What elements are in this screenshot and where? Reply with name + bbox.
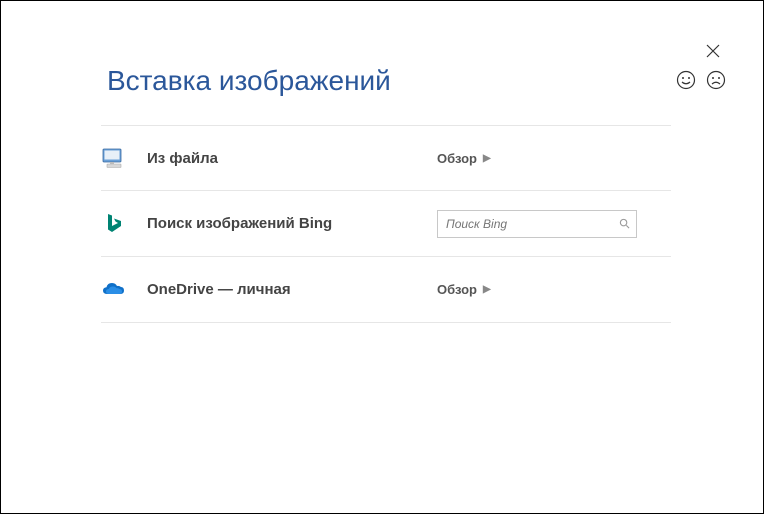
bing-search-wrap — [437, 210, 637, 238]
feedback-buttons — [675, 69, 727, 91]
browse-label: Обзор — [437, 282, 477, 297]
search-button[interactable] — [618, 218, 630, 230]
onedrive-label: OneDrive — личная — [147, 281, 437, 298]
onedrive-icon — [101, 277, 127, 303]
dialog-title: Вставка изображений — [107, 65, 703, 97]
option-from-file: Из файла Обзор ▶ — [101, 125, 671, 191]
bing-icon-cell — [101, 211, 147, 237]
options-list: Из файла Обзор ▶ Поиск изображений Bing — [101, 125, 671, 323]
bing-search-input[interactable] — [437, 210, 637, 238]
onedrive-icon-cell — [101, 277, 147, 303]
from-file-browse-button[interactable]: Обзор ▶ — [437, 151, 491, 166]
bing-icon — [101, 211, 127, 237]
close-icon — [706, 44, 720, 58]
insert-pictures-dialog: Вставка изображений Из файла Обзор ▶ — [0, 0, 764, 514]
chevron-right-icon: ▶ — [483, 153, 491, 164]
bing-label: Поиск изображений Bing — [147, 215, 437, 232]
search-icon — [619, 218, 630, 229]
feedback-sad-button[interactable] — [705, 69, 727, 91]
from-file-icon-cell — [101, 145, 147, 171]
computer-icon — [101, 145, 127, 171]
option-bing-search: Поиск изображений Bing — [101, 191, 671, 257]
from-file-label: Из файла — [147, 150, 437, 167]
browse-label: Обзор — [437, 151, 477, 166]
feedback-happy-button[interactable] — [675, 69, 697, 91]
chevron-right-icon: ▶ — [483, 284, 491, 295]
option-onedrive: OneDrive — личная Обзор ▶ — [101, 257, 671, 323]
sad-face-icon — [706, 70, 726, 90]
happy-face-icon — [676, 70, 696, 90]
close-button[interactable] — [701, 39, 725, 63]
onedrive-browse-button[interactable]: Обзор ▶ — [437, 282, 491, 297]
